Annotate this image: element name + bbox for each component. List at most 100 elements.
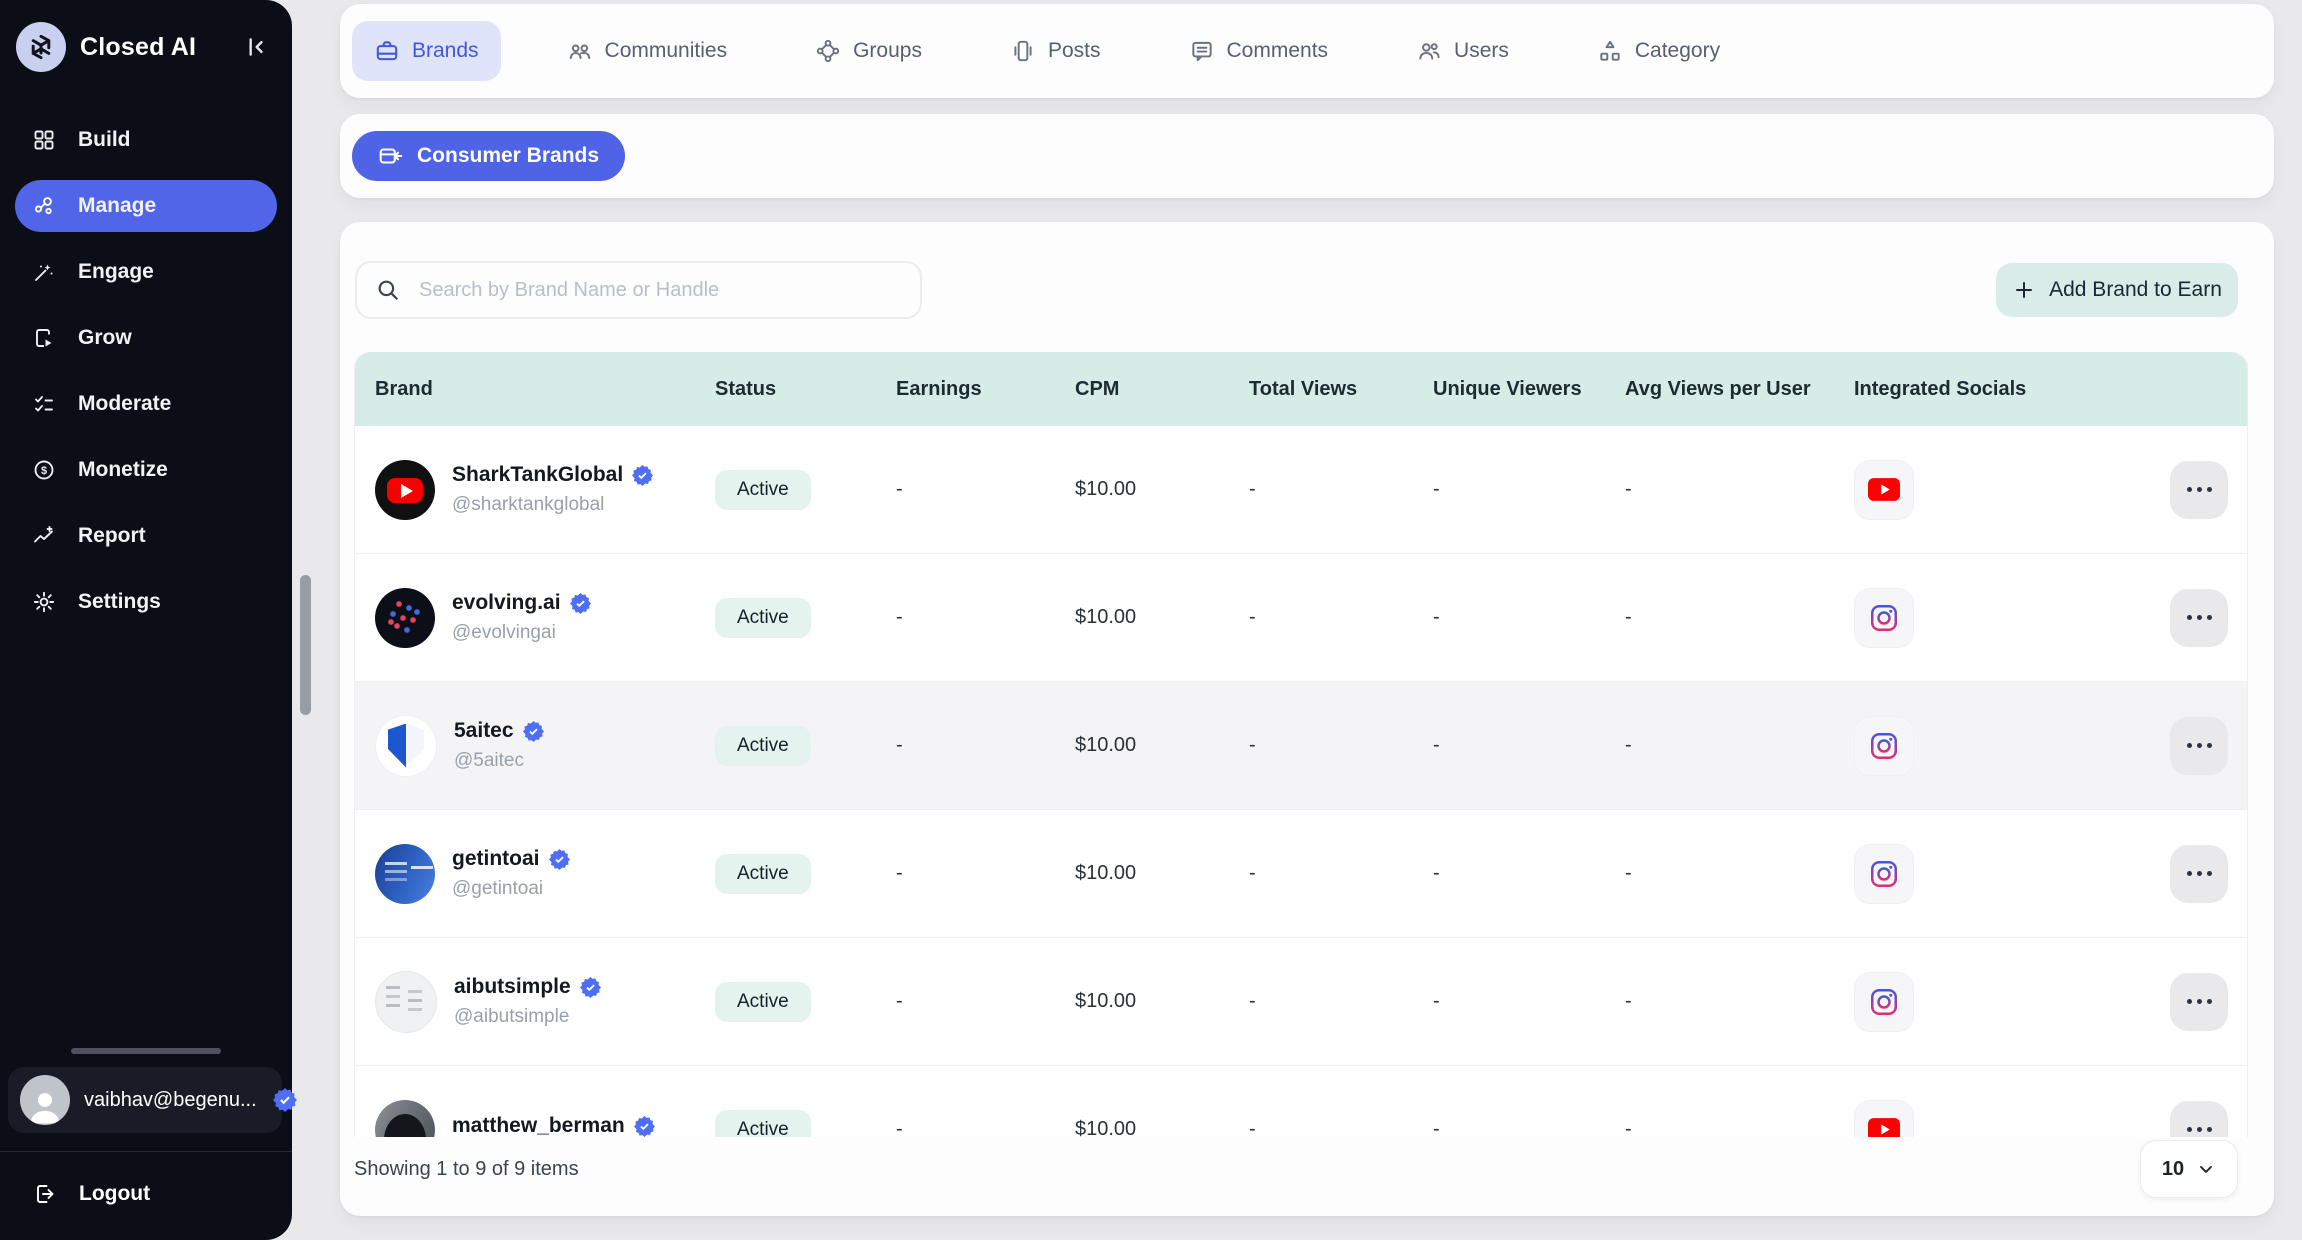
social-chip (1854, 716, 1914, 776)
table-row: 5aitec @5aitec Active - $10.00 - - - (355, 681, 2247, 809)
column-header-status: Status (713, 378, 894, 401)
table-row: aibutsimple @aibutsimple Active - $10.00… (355, 937, 2247, 1065)
sidebar-item-label: Grow (78, 326, 132, 350)
tab-brands[interactable]: Brands (352, 21, 501, 81)
cpm-value: $10.00 (1073, 606, 1247, 629)
brand-name: SharkTankGlobal (452, 463, 623, 487)
sidebar-item-engage[interactable]: Engage (15, 246, 277, 298)
sidebar-item-grow[interactable]: Grow (15, 312, 277, 364)
social-chip (1854, 844, 1914, 904)
tab-communities[interactable]: Communities (545, 21, 750, 81)
brand-name: evolving.ai (452, 591, 561, 615)
avg-views-value: - (1623, 862, 1852, 885)
sidebar-nav: Build Manage Engage Grow Moderate $ Mone… (0, 114, 292, 628)
briefcase-icon (374, 38, 400, 64)
logout-label: Logout (79, 1182, 150, 1206)
avg-views-value: - (1623, 734, 1852, 757)
table-footer: Showing 1 to 9 of 9 items 10 (354, 1134, 2238, 1204)
earnings-value: - (894, 734, 1073, 757)
sidebar-item-label: Report (78, 524, 146, 548)
unique-viewers-value: - (1431, 734, 1623, 757)
sidebar-scrollbar[interactable] (300, 575, 311, 715)
sidebar-collapse-button[interactable] (238, 30, 272, 64)
table-row: SharkTankGlobal @sharktankglobal Active … (355, 426, 2247, 553)
tab-users[interactable]: Users (1394, 21, 1531, 81)
chevron-down-icon (2196, 1159, 2216, 1179)
column-header-brand: Brand (355, 378, 713, 401)
brand-handle: @sharktankglobal (452, 494, 653, 516)
status-badge: Active (715, 982, 811, 1022)
dollar-circle-icon: $ (32, 458, 56, 482)
table-body: SharkTankGlobal @sharktankglobal Active … (355, 426, 2247, 1137)
logout-button[interactable]: Logout (0, 1152, 292, 1240)
row-actions-button[interactable] (2170, 845, 2228, 903)
sidebar-item-manage[interactable]: Manage (15, 180, 277, 232)
total-views-value: - (1247, 606, 1431, 629)
tab-label: Communities (605, 39, 728, 63)
cpm-value: $10.00 (1073, 990, 1247, 1013)
row-actions-button[interactable] (2170, 1101, 2228, 1138)
table-row: getintoai @getintoai Active - $10.00 - -… (355, 809, 2247, 937)
column-header-avg-views: Avg Views per User (1623, 378, 1852, 401)
page-size-select[interactable]: 10 (2140, 1140, 2238, 1198)
column-header-integrated-socials: Integrated Socials (1852, 378, 2099, 401)
sidebar-item-moderate[interactable]: Moderate (15, 378, 277, 430)
tab-comments[interactable]: Comments (1167, 21, 1351, 81)
cpm-value: $10.00 (1073, 862, 1247, 885)
network-icon (815, 38, 841, 64)
brand-avatar (375, 715, 437, 777)
search-icon (375, 277, 401, 303)
search-input[interactable] (417, 262, 920, 318)
brand-avatar (375, 844, 435, 904)
comment-icon (1189, 38, 1215, 64)
sidebar: Closed AI Build Manage Engage Grow Moder… (0, 0, 292, 1240)
earnings-value: - (894, 862, 1073, 885)
sidebar-bottom: vaibhav@begenu... Logout (0, 1048, 292, 1240)
user-email: vaibhav@begenu... (84, 1089, 257, 1112)
tab-groups[interactable]: Groups (793, 21, 944, 81)
instagram-icon (1869, 859, 1899, 889)
row-actions-button[interactable] (2170, 461, 2228, 519)
column-header-total-views: Total Views (1247, 378, 1431, 401)
brand-name: aibutsimple (454, 975, 571, 999)
tab-category[interactable]: Category (1575, 21, 1742, 81)
total-views-value: - (1247, 862, 1431, 885)
row-actions-button[interactable] (2170, 717, 2228, 775)
sidebar-item-label: Manage (78, 194, 156, 218)
youtube-icon (1868, 478, 1900, 501)
column-header-cpm: CPM (1073, 378, 1247, 401)
brand-avatar (375, 971, 437, 1033)
verified-badge-icon (570, 593, 591, 614)
tab-label: Posts (1048, 39, 1101, 63)
sidebar-item-report[interactable]: Report (15, 510, 277, 562)
total-views-value: - (1247, 990, 1431, 1013)
row-actions-button[interactable] (2170, 973, 2228, 1031)
row-actions-button[interactable] (2170, 589, 2228, 647)
sidebar-item-monetize[interactable]: $ Monetize (15, 444, 277, 496)
category-icon (1597, 38, 1623, 64)
sidebar-item-label: Build (78, 128, 131, 152)
user-account-card[interactable]: vaibhav@begenu... (8, 1067, 282, 1133)
brand-cell: evolving.ai @evolvingai (355, 588, 713, 648)
media-grow-icon (32, 326, 56, 350)
add-brand-button[interactable]: Add Brand to Earn (1996, 263, 2238, 317)
brand-name: getintoai (452, 847, 540, 871)
brand-cell: SharkTankGlobal @sharktankglobal (355, 460, 713, 520)
status-badge: Active (715, 598, 811, 638)
brand-handle: @aibutsimple (454, 1006, 601, 1028)
column-header-unique-viewers: Unique Viewers (1431, 378, 1623, 401)
tab-posts[interactable]: Posts (988, 21, 1123, 81)
trend-chart-icon (32, 524, 56, 548)
cpm-value: $10.00 (1073, 478, 1247, 501)
brand-cell: 5aitec @5aitec (355, 715, 713, 777)
column-header-earnings: Earnings (894, 378, 1073, 401)
tab-label: Brands (412, 39, 479, 63)
sidebar-item-settings[interactable]: Settings (15, 576, 277, 628)
app-title: Closed AI (80, 33, 196, 62)
sidebar-item-build[interactable]: Build (15, 114, 277, 166)
verified-badge-icon (580, 977, 601, 998)
resize-handle[interactable] (71, 1048, 221, 1054)
instagram-icon (1869, 603, 1899, 633)
consumer-brands-button[interactable]: Consumer Brands (352, 131, 625, 181)
instagram-icon (1869, 987, 1899, 1017)
